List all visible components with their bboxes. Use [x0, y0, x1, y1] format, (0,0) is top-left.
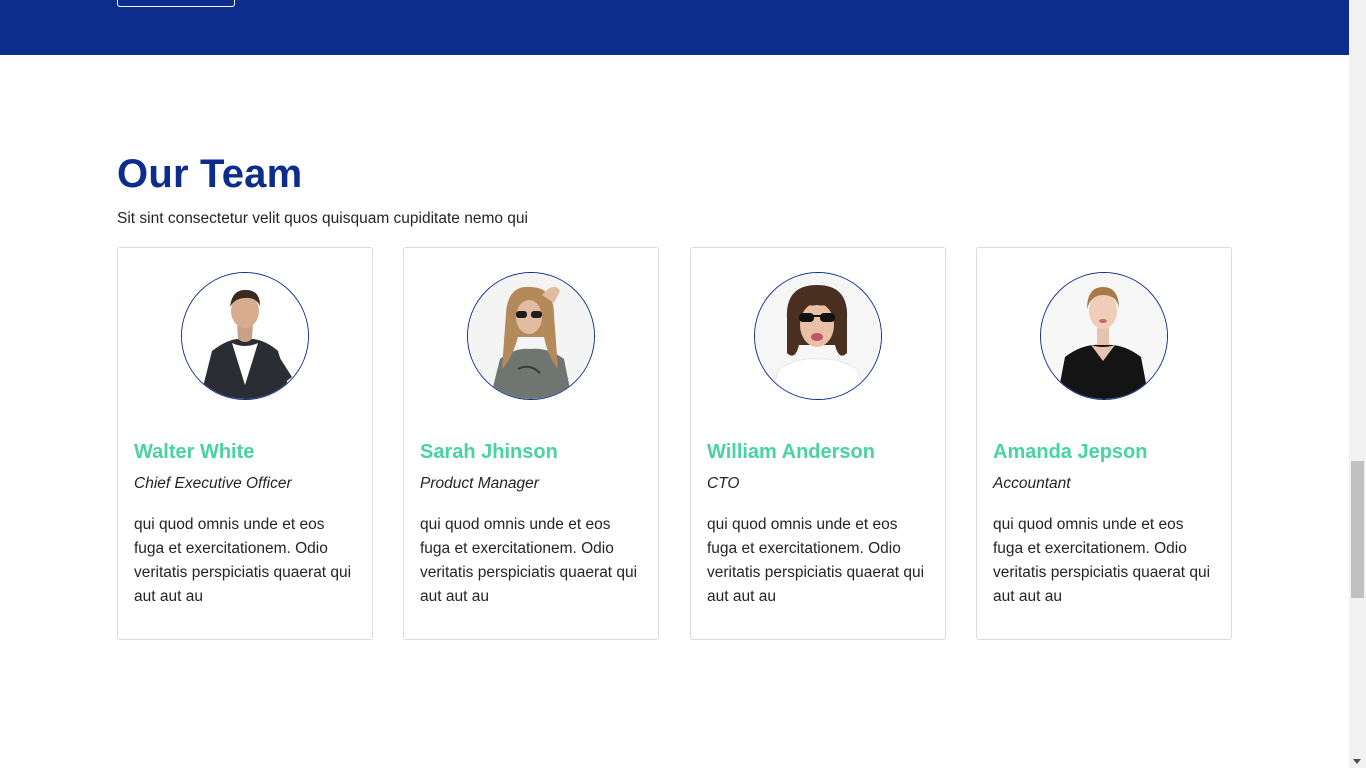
previous-section-band — [0, 0, 1349, 55]
team-member-photo — [467, 272, 595, 400]
team-member-name: Sarah Jhinson — [420, 441, 558, 463]
team-member-name: William Anderson — [707, 441, 875, 463]
team-member-bio: qui quod omnis unde et eos fuga et exerc… — [993, 516, 1211, 605]
team-member-card: Sarah Jhinson Product Manager qui quod o… — [403, 247, 659, 640]
outline-button[interactable] — [117, 0, 235, 7]
team-member-card: William Anderson CTO qui quod omnis unde… — [690, 247, 946, 640]
scroll-down-arrow-icon[interactable] — [1353, 759, 1361, 764]
team-member-name: Walter White — [134, 441, 255, 463]
man-with-sunglasses-photo — [755, 273, 881, 399]
team-member-role: Product Manager — [420, 475, 539, 492]
scrollbar-thumb[interactable] — [1351, 461, 1364, 598]
section-title: Our Team — [117, 152, 303, 196]
team-member-role: Chief Executive Officer — [134, 475, 292, 492]
team-member-bio: qui quod omnis unde et eos fuga et exerc… — [420, 516, 638, 605]
vertical-scrollbar[interactable] — [1349, 0, 1366, 768]
woman-in-black-top-photo — [1041, 273, 1167, 399]
section-subtitle: Sit sint consectetur velit quos quisquam… — [117, 210, 528, 227]
man-in-suit-photo — [182, 273, 308, 399]
team-member-photo — [754, 272, 882, 400]
team-member-card: Amanda Jepson Accountant qui quod omnis … — [976, 247, 1232, 640]
team-member-name: Amanda Jepson — [993, 441, 1148, 463]
team-member-photo — [1040, 272, 1168, 400]
team-member-role: CTO — [707, 475, 740, 492]
woman-with-sunglasses-photo — [468, 273, 594, 399]
team-member-role: Accountant — [993, 475, 1071, 492]
page: Our Team Sit sint consectetur velit quos… — [0, 0, 1366, 768]
team-member-photo — [181, 272, 309, 400]
team-member-card: Walter White Chief Executive Officer qui… — [117, 247, 373, 640]
team-member-bio: qui quod omnis unde et eos fuga et exerc… — [134, 516, 352, 605]
team-member-bio: qui quod omnis unde et eos fuga et exerc… — [707, 516, 925, 605]
